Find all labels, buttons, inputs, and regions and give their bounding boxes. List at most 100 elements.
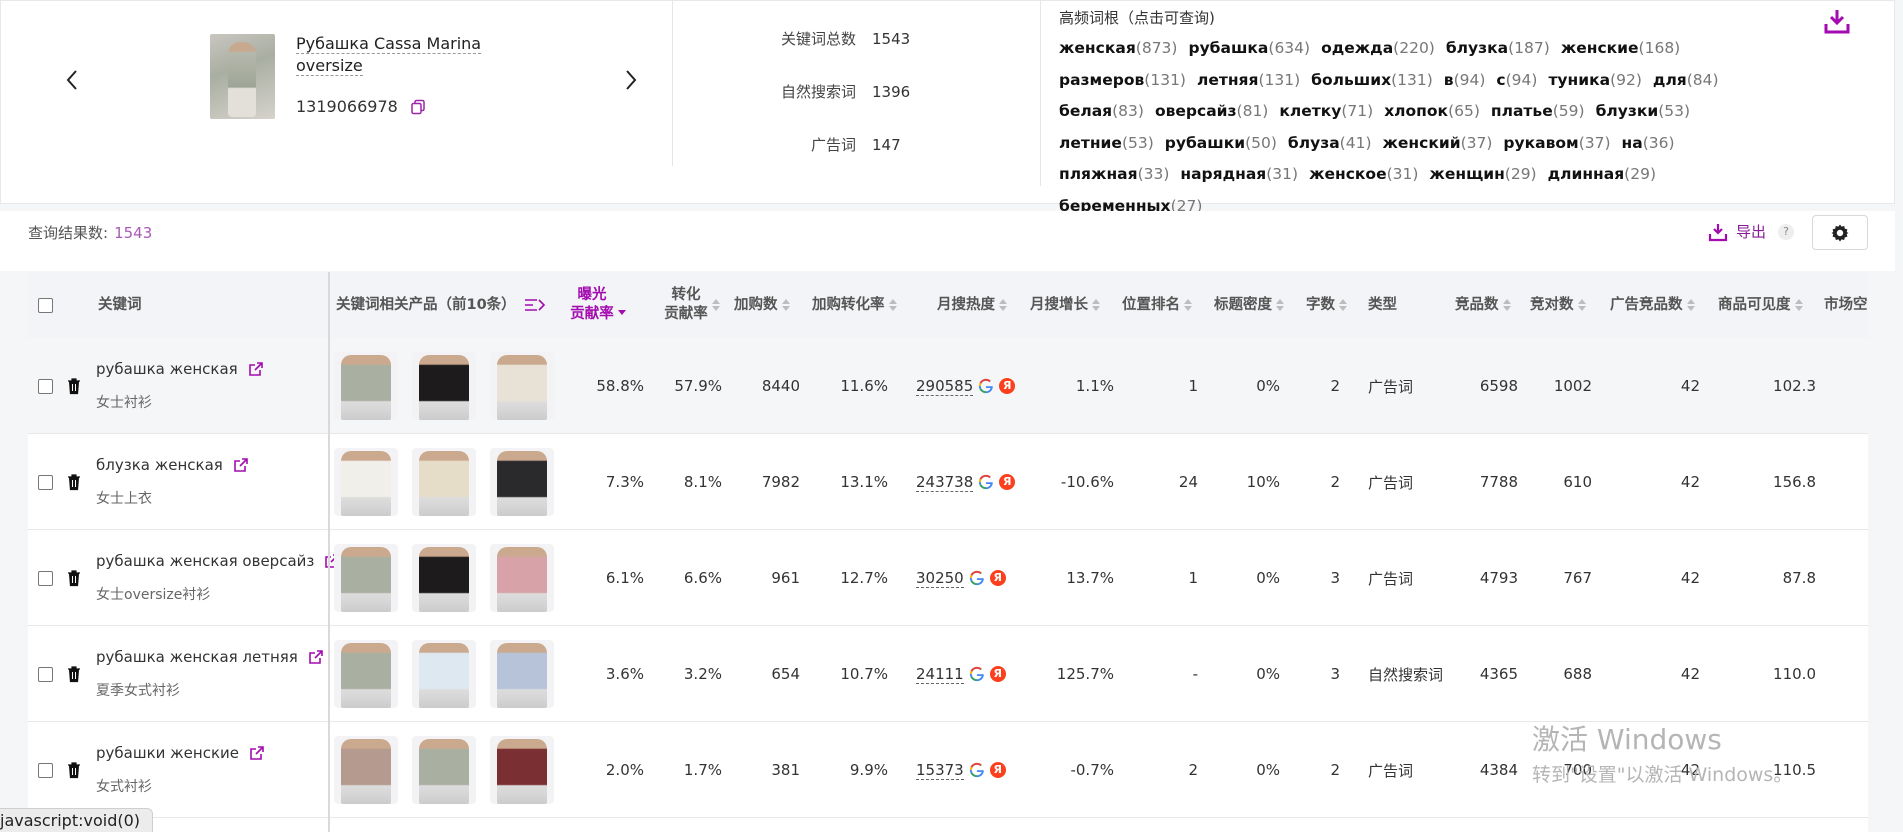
root-chip[interactable]: для(84) xyxy=(1653,65,1719,97)
col-search-heat[interactable]: 月搜热度 xyxy=(937,272,1007,338)
related-product-thumb[interactable] xyxy=(412,736,476,804)
external-link-icon[interactable] xyxy=(249,745,265,761)
root-chip[interactable]: туника(92) xyxy=(1548,65,1641,97)
next-product-button[interactable] xyxy=(619,67,643,93)
trash-icon[interactable] xyxy=(66,761,82,779)
root-chip[interactable]: блузки(53) xyxy=(1596,96,1691,128)
trash-icon[interactable] xyxy=(66,473,82,491)
related-product-thumb[interactable] xyxy=(334,640,398,708)
external-link-icon[interactable] xyxy=(233,457,249,473)
root-chip[interactable]: на(36) xyxy=(1622,128,1675,160)
root-chip[interactable]: хлопок(65) xyxy=(1384,96,1480,128)
col-char-count[interactable]: 字数 xyxy=(1306,272,1347,338)
root-chip[interactable]: платье(59) xyxy=(1491,96,1585,128)
root-chip[interactable]: размеров(131) xyxy=(1059,65,1186,97)
related-product-thumb[interactable] xyxy=(490,352,554,420)
yandex-icon[interactable]: Я xyxy=(989,762,1006,778)
root-chip[interactable]: женщин(29) xyxy=(1429,159,1536,191)
row-checkbox[interactable] xyxy=(38,434,53,530)
related-product-thumb[interactable] xyxy=(412,544,476,612)
related-product-thumb[interactable] xyxy=(490,640,554,708)
sort-icon[interactable] xyxy=(711,299,720,311)
google-icon[interactable] xyxy=(978,378,994,394)
root-chip[interactable]: рубашка(634) xyxy=(1188,33,1310,65)
root-chip[interactable]: в(94) xyxy=(1444,65,1486,97)
col-search-growth[interactable]: 月搜增长 xyxy=(1030,272,1100,338)
search-heat[interactable]: 24111 Я xyxy=(916,626,1006,722)
keyword-text[interactable]: рубашка женская летняя xyxy=(96,648,324,666)
product-name[interactable]: Рубашка Cassa Marina oversize xyxy=(296,33,486,77)
root-chip[interactable]: оверсайз(81) xyxy=(1155,96,1268,128)
root-chip[interactable]: летние(53) xyxy=(1059,128,1154,160)
root-chip[interactable]: летняя(131) xyxy=(1197,65,1300,97)
product-image[interactable] xyxy=(210,34,275,119)
related-product-thumb[interactable] xyxy=(490,544,554,612)
google-icon[interactable] xyxy=(969,570,985,586)
related-product-thumb[interactable] xyxy=(490,736,554,804)
root-chip[interactable]: рукавом(37) xyxy=(1503,128,1610,160)
related-product-thumb[interactable] xyxy=(412,448,476,516)
col-competitors[interactable]: 竞品数 xyxy=(1455,272,1511,338)
col-cart[interactable]: 加购数 xyxy=(734,272,790,338)
keyword-text[interactable]: рубашка женская xyxy=(96,360,264,378)
sort-icon[interactable] xyxy=(1276,299,1284,311)
select-all-checkbox[interactable] xyxy=(38,272,58,338)
col-visibility[interactable]: 商品可见度 xyxy=(1718,272,1803,338)
root-chip[interactable]: белая(83) xyxy=(1059,96,1144,128)
external-link-icon[interactable] xyxy=(248,361,264,377)
root-chip[interactable]: блузка(187) xyxy=(1446,33,1550,65)
root-chip[interactable]: рубашки(50) xyxy=(1165,128,1277,160)
row-checkbox[interactable] xyxy=(38,626,53,722)
yandex-icon[interactable]: Я xyxy=(989,570,1006,586)
copy-icon[interactable] xyxy=(410,99,426,115)
search-heat[interactable]: 30250 Я xyxy=(916,530,1006,626)
table-row[interactable]: рубашка женская 女士衬衫 58.8% 57.9% 8440 11.6% 29… xyxy=(28,338,1868,434)
yandex-icon[interactable]: Я xyxy=(989,666,1006,682)
col-exposure-contribution[interactable]: 曝光 贡献率 xyxy=(568,272,628,338)
trash-icon[interactable] xyxy=(66,665,82,683)
keyword-text[interactable]: рубашки женские xyxy=(96,744,265,762)
table-row[interactable] xyxy=(28,818,1868,832)
export-button[interactable]: 导出 ? xyxy=(1708,221,1795,242)
col-conversion-contribution[interactable]: 转化 贡献率 xyxy=(662,272,722,338)
expand-icon[interactable] xyxy=(524,298,546,312)
sort-icon[interactable] xyxy=(999,299,1007,311)
sort-icon[interactable] xyxy=(1092,299,1100,311)
search-heat[interactable]: 15373 Я xyxy=(916,722,1006,818)
sort-icon[interactable] xyxy=(1502,299,1511,311)
root-chip[interactable]: с(94) xyxy=(1496,65,1537,97)
sort-icon[interactable] xyxy=(1339,299,1347,311)
root-chip[interactable]: больших(131) xyxy=(1311,65,1433,97)
root-chip[interactable]: длинная(29) xyxy=(1548,159,1656,191)
help-icon[interactable]: ? xyxy=(1778,223,1795,240)
sort-icon[interactable] xyxy=(1794,299,1803,311)
settings-button[interactable] xyxy=(1812,215,1868,250)
related-product-thumb[interactable] xyxy=(412,640,476,708)
table-row[interactable]: рубашка женская оверсайз 女士oversize衬衫 6.1%… xyxy=(28,530,1868,626)
google-icon[interactable] xyxy=(978,474,994,490)
sort-icon[interactable] xyxy=(1577,299,1586,311)
row-checkbox[interactable] xyxy=(38,722,53,818)
search-heat[interactable]: 243738 Я xyxy=(916,434,1016,530)
keyword-text[interactable]: рубашка женская оверсайз xyxy=(96,552,340,570)
col-rivals[interactable]: 竞对数 xyxy=(1530,272,1586,338)
root-chip[interactable]: блуза(41) xyxy=(1288,128,1372,160)
sort-icon[interactable] xyxy=(781,299,790,311)
external-link-icon[interactable] xyxy=(308,649,324,665)
related-product-thumb[interactable] xyxy=(334,736,398,804)
root-chip[interactable]: женские(168) xyxy=(1561,33,1680,65)
sort-icon[interactable] xyxy=(617,296,626,315)
col-ad-competitors[interactable]: 广告竞品数 xyxy=(1610,272,1695,338)
root-chip[interactable]: клетку(71) xyxy=(1279,96,1373,128)
root-chip[interactable]: женская(873) xyxy=(1059,33,1177,65)
table-row[interactable]: блузка женская 女士上衣 7.3% 8.1% 7982 13.1% 24373… xyxy=(28,434,1868,530)
sort-icon[interactable] xyxy=(1184,299,1192,311)
sort-icon[interactable] xyxy=(1686,299,1695,311)
root-chip[interactable]: женский(37) xyxy=(1383,128,1493,160)
prev-product-button[interactable] xyxy=(60,67,84,93)
google-icon[interactable] xyxy=(969,666,985,682)
root-chip[interactable]: нарядная(31) xyxy=(1180,159,1298,191)
root-chip[interactable]: пляжная(33) xyxy=(1059,159,1169,191)
keyword-text[interactable]: блузка женская xyxy=(96,456,249,474)
related-product-thumb[interactable] xyxy=(334,352,398,420)
